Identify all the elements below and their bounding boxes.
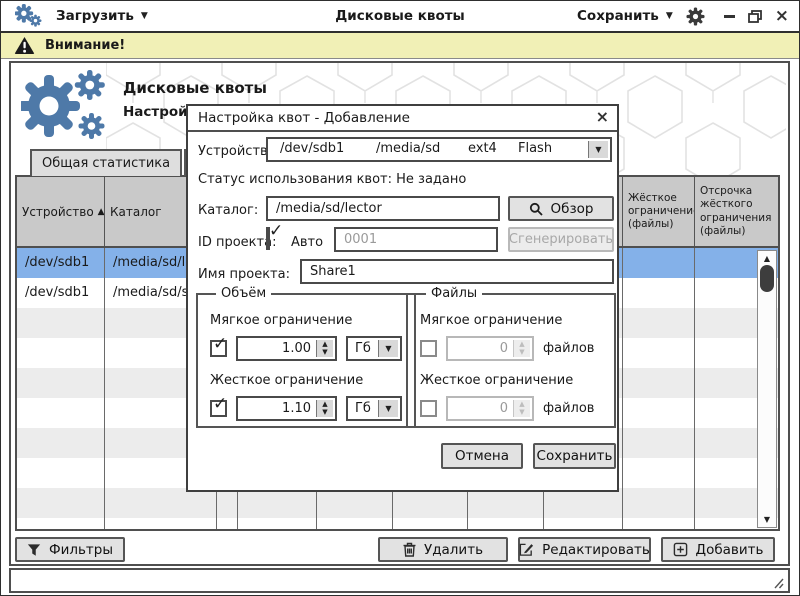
warning-bar: Внимание!: [1, 33, 799, 59]
files-soft-label: Мягкое ограничение: [420, 313, 602, 328]
check-icon: ✓: [269, 221, 283, 241]
pencil-icon: [519, 542, 534, 557]
cancel-button[interactable]: Отмена: [441, 443, 523, 469]
device-combo-fs: ext4: [468, 141, 497, 156]
chevron-down-icon[interactable]: ▼: [378, 340, 398, 357]
files-hard-checkbox[interactable]: [420, 400, 437, 417]
sort-ascending-icon: ▲: [98, 207, 105, 217]
spinner-arrows-icon: ▲▼: [513, 400, 530, 417]
check-icon: ✓: [213, 334, 227, 354]
files-unit-label: файлов: [543, 401, 594, 416]
auto-label: Авто: [291, 235, 323, 250]
project-name-input[interactable]: Share1: [300, 259, 614, 284]
filters-button[interactable]: Фильтры: [15, 537, 125, 562]
trash-icon: [403, 542, 416, 557]
app-logo-gears-icon: [21, 69, 117, 143]
col-header-device[interactable]: Устройство ▲: [17, 177, 105, 246]
warning-text: Внимание!: [45, 38, 125, 53]
scroll-up-icon[interactable]: ▲: [758, 254, 776, 263]
device-combo-label: Flash: [518, 141, 552, 156]
volume-soft-checkbox[interactable]: ✓: [210, 340, 227, 357]
table-row-empty: [17, 488, 778, 518]
spinner-arrows-icon: ▲▼: [513, 340, 530, 357]
tab-general-statistics[interactable]: Общая статистика: [30, 149, 182, 176]
volume-soft-label: Мягкое ограничение: [210, 313, 402, 328]
settings-gear-icon[interactable]: [686, 7, 705, 26]
project-id-label: ID проекта:: [198, 235, 276, 250]
files-hard-label: Жесткое ограничение: [420, 373, 602, 388]
app-window: Загрузить ▼ Дисковые квоты Сохранить ▼: [0, 0, 800, 596]
generate-button[interactable]: Сгенерировать: [508, 227, 614, 252]
volume-hard-label: Жесткое ограничение: [210, 373, 402, 388]
chevron-down-icon: ▼: [666, 12, 673, 21]
spinner-arrows-icon[interactable]: ▲▼: [316, 340, 333, 357]
titlebar: Загрузить ▼ Дисковые квоты Сохранить ▼: [1, 1, 799, 33]
volume-hard-spinner[interactable]: 1.10 ▲▼: [236, 396, 337, 421]
volume-group-title: Объём: [216, 286, 271, 301]
directory-label: Каталог:: [198, 203, 258, 218]
volume-hard-unit-combo[interactable]: Гб ▼: [346, 396, 402, 421]
device-combo-mount: /media/sd: [376, 141, 440, 156]
volume-group: Объём Мягкое ограничение ✓ 1.00 ▲▼ Гб ▼ …: [196, 286, 416, 428]
project-name-label: Имя проекта:: [198, 267, 290, 282]
minimize-button[interactable]: [724, 15, 735, 18]
check-icon: ✓: [213, 394, 227, 414]
close-window-button[interactable]: ×: [775, 8, 789, 25]
files-group: Файлы Мягкое ограничение 0 ▲▼ файлов Жес…: [406, 286, 616, 428]
maximize-restore-button[interactable]: [748, 10, 762, 23]
volume-hard-checkbox[interactable]: ✓: [210, 400, 227, 417]
dialog-title: Настройка квот - Добавление: [188, 106, 617, 132]
table-row-empty: [17, 518, 778, 531]
files-hard-spinner[interactable]: 0 ▲▼: [446, 396, 534, 421]
browse-button[interactable]: Обзор: [508, 196, 614, 221]
scroll-down-icon[interactable]: ▼: [758, 515, 776, 524]
files-soft-spinner[interactable]: 0 ▲▼: [446, 336, 534, 361]
magnifier-icon: [529, 202, 543, 216]
save-button[interactable]: Сохранить: [533, 443, 616, 469]
chevron-down-icon[interactable]: ▼: [378, 400, 398, 417]
warning-triangle-icon: [14, 36, 35, 55]
quota-status-text: Статус использования квот: Не задано: [198, 172, 466, 187]
device-combo-dev: /dev/sdb1: [280, 141, 344, 156]
scrollbar-thumb[interactable]: [760, 265, 774, 292]
delete-button[interactable]: Удалить: [378, 537, 508, 562]
add-button[interactable]: Добавить: [661, 537, 775, 562]
vertical-scrollbar[interactable]: ▲ ▼: [757, 250, 777, 528]
page-title: Дисковые квоты: [123, 79, 267, 97]
auto-id-checkbox[interactable]: ✓: [266, 227, 270, 250]
project-id-input[interactable]: 0001: [334, 227, 498, 252]
dialog-close-icon[interactable]: ×: [596, 109, 609, 125]
spinner-arrows-icon[interactable]: ▲▼: [316, 400, 333, 417]
status-bar: [9, 568, 790, 593]
col-header-hard-limit-files[interactable]: Жёсткое ограничение (файлы): [623, 177, 695, 246]
col-header-hard-limit-grace-files[interactable]: Отсрочка жёсткого ограничения (файлы): [695, 177, 778, 246]
chevron-down-icon[interactable]: ▼: [588, 141, 608, 158]
funnel-icon: [27, 543, 41, 557]
plus-icon: [673, 542, 688, 557]
files-unit-label: файлов: [543, 341, 594, 356]
directory-input[interactable]: /media/sd/lector: [266, 196, 500, 221]
quota-add-dialog: Настройка квот - Добавление × Устройство…: [186, 104, 619, 492]
volume-soft-unit-combo[interactable]: Гб ▼: [346, 336, 402, 361]
volume-soft-spinner[interactable]: 1.00 ▲▼: [236, 336, 337, 361]
save-menu[interactable]: Сохранить ▼: [577, 8, 673, 24]
resize-grip[interactable]: [770, 577, 784, 589]
files-soft-checkbox[interactable]: [420, 340, 437, 357]
files-group-title: Файлы: [426, 286, 482, 301]
device-combo[interactable]: /dev/sdb1 /media/sd ext4 Flash ▼: [266, 137, 612, 162]
edit-button[interactable]: Редактировать: [518, 537, 651, 562]
